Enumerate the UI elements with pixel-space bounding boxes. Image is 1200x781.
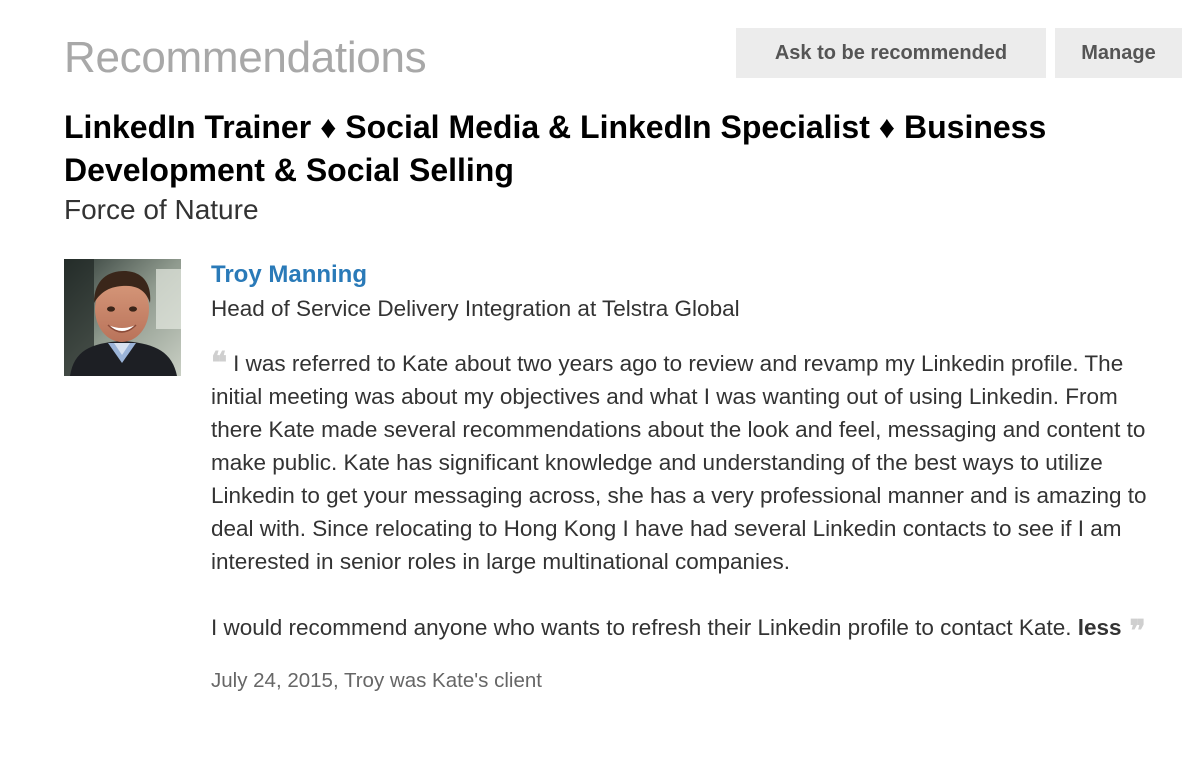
- company-name: Force of Nature: [64, 194, 259, 225]
- less-link[interactable]: less: [1078, 615, 1122, 640]
- recommendation-paragraph-1-text: I was referred to Kate about two years a…: [211, 351, 1147, 574]
- ask-to-be-recommended-button[interactable]: Ask to be recommended: [736, 28, 1046, 78]
- person-photo-icon: [64, 259, 181, 376]
- open-quote-icon: ❝: [211, 346, 228, 381]
- manage-button[interactable]: Manage: [1055, 28, 1182, 78]
- recommendation-meta: July 24, 2015, Troy was Kate's client: [211, 669, 542, 692]
- section-title: Recommendations: [64, 33, 427, 82]
- recommender-avatar[interactable]: [64, 259, 181, 376]
- recommendation-body: Troy Manning Head of Service Delivery In…: [211, 258, 1171, 696]
- recommendation-paragraph: ❝ I was referred to Kate about two years …: [211, 347, 1171, 578]
- recommendation-paragraph-2-text: I would recommend anyone who wants to re…: [211, 615, 1072, 640]
- position-title: LinkedIn Trainer ♦ Social Media & Linked…: [64, 109, 1047, 188]
- recommendation-paragraph: I would recommend anyone who wants to re…: [211, 611, 1171, 647]
- recommender-headline: Head of Service Delivery Integration at …: [211, 296, 740, 321]
- recommender-name-link[interactable]: Troy Manning: [211, 258, 1171, 292]
- close-quote-icon: ❞: [1129, 614, 1146, 649]
- recommendations-header: Recommendations Ask to be recommended Ma…: [64, 26, 1184, 86]
- recommendation-text: ❝ I was referred to Kate about two years …: [211, 347, 1171, 647]
